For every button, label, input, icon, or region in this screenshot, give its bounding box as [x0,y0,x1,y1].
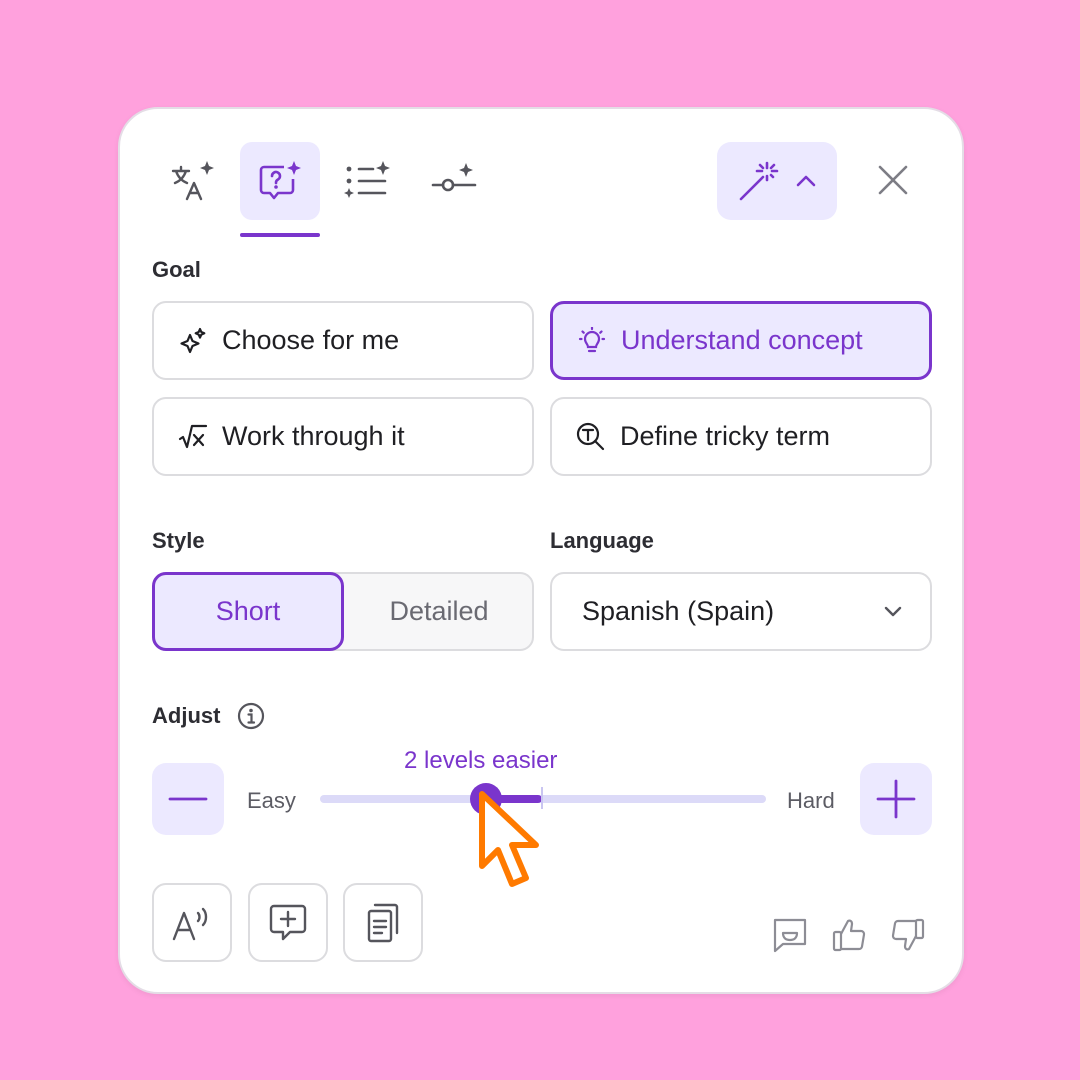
close-icon [878,165,908,195]
info-icon[interactable] [236,701,266,731]
style-label: Style [152,528,205,553]
magnify-term-icon [576,422,606,452]
thumbs-up-button[interactable] [830,915,870,955]
language-value: Spanish (Spain) [582,596,775,626]
question-sparkle-icon [259,161,301,200]
feedback-button[interactable] [770,915,810,955]
minus-icon [168,797,208,801]
goal-work-through-it-button[interactable]: Work through it [152,397,534,476]
slider-sparkle-icon [431,163,477,192]
translate-sparkle-icon [171,161,214,201]
language-label: Language [550,528,654,553]
goal-option-label: Define tricky term [620,421,831,451]
goal-option-label: Understand concept [621,325,863,355]
goal-option-label: Work through it [222,421,405,451]
active-tab-indicator [240,233,320,237]
decrease-level-button[interactable] [152,763,224,835]
mouse-cursor-icon [479,791,539,887]
copy-button[interactable] [343,883,423,962]
increase-level-button[interactable] [860,763,932,835]
thumbs-down-icon [891,918,925,951]
goal-label: Goal [152,257,201,282]
magic-wand-icon [739,161,779,201]
copy-icon [367,903,399,942]
goal-choose-for-me-button[interactable]: Choose for me [152,301,534,380]
magic-menu-button[interactable] [717,142,837,220]
adjust-label: Adjust [152,703,221,728]
square-root-icon [178,422,208,452]
add-comment-icon [269,904,307,940]
lightbulb-icon [577,326,607,356]
style-short-button[interactable]: Short [152,572,344,651]
add-comment-button[interactable] [248,883,328,962]
style-segmented-control: Short Detailed [152,572,534,651]
chevron-down-icon [884,606,902,617]
sparkles-icon [178,326,208,356]
read-aloud-button[interactable] [152,883,232,962]
style-detailed-button[interactable]: Detailed [344,572,534,651]
read-aloud-icon [172,907,208,940]
goal-option-label: Choose for me [222,325,400,355]
slider-max-label: Hard [787,788,835,813]
list-sparkle-icon [344,161,390,198]
slider-min-label: Easy [247,788,296,813]
tab-steps[interactable] [327,142,407,220]
thumbs-up-icon [832,919,866,952]
tab-adjust[interactable] [414,142,494,220]
goal-define-tricky-term-button[interactable]: Define tricky term [550,397,932,476]
level-indicator-text: 2 levels easier [404,747,558,774]
chevron-up-icon [796,175,816,187]
plus-icon [876,779,916,819]
feedback-chat-icon [773,918,807,953]
language-select[interactable]: Spanish (Spain) [550,572,932,651]
tab-translate[interactable] [153,142,233,220]
goal-understand-concept-button[interactable]: Understand concept [550,301,932,380]
close-button[interactable] [868,155,918,205]
tab-explain[interactable] [240,142,320,220]
thumbs-down-button[interactable] [887,915,927,955]
